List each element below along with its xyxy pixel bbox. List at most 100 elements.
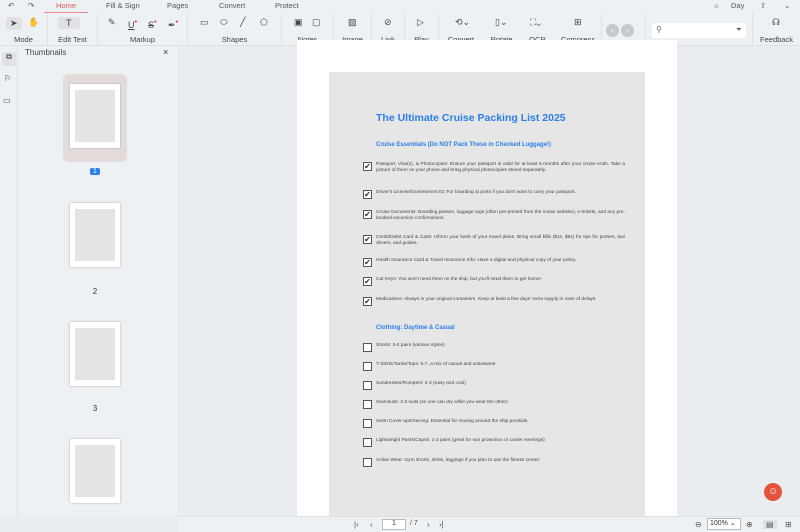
next-result-button[interactable]: › [621,24,634,37]
close-icon[interactable]: × [163,47,168,57]
checkbox[interactable] [363,458,372,467]
ellipse-icon[interactable]: ⬭ [220,17,228,28]
checkbox[interactable] [363,362,372,371]
thumbnail-page-2[interactable] [70,203,120,267]
sun-icon[interactable]: ☼ [713,1,720,10]
checkbox[interactable]: ✔ [363,190,372,199]
item-text: Driver's License/Government ID: For boar… [376,190,576,195]
document-title: The Ultimate Cruise Packing List 2025 [376,112,566,124]
rotate-icon: ▯⌄ [495,17,508,27]
item-text: Health Insurance Card & Travel Insurance… [376,258,577,263]
filter-icon[interactable]: ⏷ [736,25,742,35]
assistant-icon[interactable]: ☺ [764,483,782,501]
checklist-item: ✔ Car Keys: You won't need them on the sh… [363,277,625,286]
markup-group: ✎ U• S• ✒• Markup [98,13,188,46]
rectangle-icon[interactable]: ▭ [200,17,209,28]
zoom-in-icon[interactable]: ⊕ [746,520,753,529]
line-icon[interactable]: ╱ [240,17,245,28]
text-box-icon[interactable]: ▣ [294,17,303,28]
feedback-label: Feedback [760,35,793,44]
bookmark-icon[interactable]: ⚐ [4,74,11,83]
page-number-1: 1 [90,168,100,175]
comments-icon[interactable]: ▭ [3,96,11,105]
item-text: Swimsuits: 2-3 suits (so one can dry whi… [376,400,508,405]
theme-select[interactable]: Day [731,1,744,10]
strikethrough-icon[interactable]: S• [148,17,157,30]
first-page-icon[interactable]: |‹ [354,520,359,529]
checklist-item: ✔ Credit/Debit Card & Cash: Inform your b… [363,235,625,246]
item-text: Swim Cover-ups/Sarong: Essential for mov… [376,419,529,424]
item-text: Car Keys: You won't need them on the shi… [376,277,542,282]
checklist-item: Active Wear: Gym shorts, shirts, legging… [363,458,625,467]
checkbox[interactable] [363,438,372,447]
item-text: Shorts: 3-4 pairs (various styles) [376,343,445,348]
status-bar: |‹ ‹ 1 / 7 › ›| ⊖ 100% ⌄ ⊕ ▤ ⊞ [178,516,800,532]
checkbox[interactable] [363,343,372,352]
thumbnail-page-4[interactable] [70,439,120,503]
item-text: Credit/Debit Card & Cash: Inform your ba… [376,235,625,246]
redo-icon[interactable]: ↷ [28,1,34,10]
tab-pages[interactable]: Pages [167,1,188,10]
zoom-out-icon[interactable]: ⊖ [695,520,702,529]
pdf-page: The Ultimate Cruise Packing List 2025 Cr… [297,40,677,516]
prev-page-icon[interactable]: ‹ [370,520,373,529]
next-page-icon[interactable]: › [427,520,430,529]
polygon-icon[interactable]: ⬠ [260,17,268,28]
feedback-button[interactable]: ☊ Feedback [752,13,800,46]
undo-icon[interactable]: ↶ [8,1,14,10]
previous-result-button[interactable]: ‹ [606,24,619,37]
item-text: Passport, Visa(s), & Photocopies: Ensure… [376,162,625,173]
checkbox[interactable]: ✔ [363,277,372,286]
convert-icon: ⟲⌄ [455,17,471,27]
comment-icon[interactable]: ▢ [312,17,321,28]
section-heading: Clothing: Daytime & Casual [376,325,455,331]
tab-fill-sign[interactable]: Fill & Sign [106,1,140,10]
item-text: T-Shirts/Tanks/Tops: 5-7, a mix of casua… [376,362,496,367]
tab-protect[interactable]: Protect [275,1,299,10]
checkbox[interactable]: ✔ [363,210,372,219]
edit-text-label: Edit Text [58,35,87,44]
page-number-input[interactable]: 1 [382,519,406,530]
checklist-item: Swimsuits: 2-3 suits (so one can dry whi… [363,400,625,409]
zoom-select[interactable]: 100% ⌄ [707,518,741,530]
checkbox[interactable] [363,381,372,390]
two-page-view-icon[interactable]: ⊞ [785,520,792,529]
mode-label: Mode [14,35,33,44]
checkbox[interactable]: ✔ [363,235,372,244]
select-tool-icon[interactable]: ➤ [6,17,22,30]
single-page-view-icon[interactable]: ▤ [763,520,777,529]
checklist-item: ✔ Passport, Visa(s), & Photocopies: Ensur… [363,162,625,173]
share-icon[interactable]: ⇧ [760,1,766,10]
checkbox[interactable]: ✔ [363,297,372,306]
checklist-item: Swim Cover-ups/Sarong: Essential for mov… [363,419,625,428]
checklist-item: ✔ Driver's License/Government ID: For boa… [363,190,625,199]
item-text: Lightweight Pants/Capris: 1-2 pairs (gre… [376,438,545,443]
item-text: Sundresses/Rompers: 2-3 (easy and cool) [376,381,466,386]
left-icon-strip: ⧉ ⚐ ▭ [0,46,18,516]
thumbnails-icon[interactable]: ⧉ [2,52,16,66]
document-viewport: The Ultimate Cruise Packing List 2025 Cr… [178,40,800,516]
checkbox[interactable] [363,419,372,428]
underline-icon[interactable]: U• [128,17,137,30]
checkbox[interactable]: ✔ [363,162,372,171]
search-icon: ⚲ [656,25,662,34]
edit-text-button[interactable]: T Edit Text [48,13,98,46]
tab-convert[interactable]: Convert [219,1,245,10]
hand-tool-icon[interactable]: ✋ [28,17,39,28]
thumbnail-page-3[interactable] [70,322,120,386]
shapes-group: ▭ ⬭ ╱ ⬠ Shapes [188,13,282,46]
thumbnails-title: Thumbnails [25,48,67,57]
compress-icon: ⊞ [574,17,582,27]
checkbox[interactable]: ✔ [363,258,372,267]
thumbnails-panel: Thumbnails × 1 2 3 [18,46,178,516]
thumbnail-page-1[interactable] [70,84,120,148]
edit-text-icon: T [58,17,80,29]
checkbox[interactable] [363,400,372,409]
collapse-icon[interactable]: ⌄ [784,1,790,10]
search-input[interactable]: ⚲ ⏷ [652,23,746,38]
feedback-icon: ☊ [772,17,780,27]
pen-icon[interactable]: ✒• [168,17,178,31]
last-page-icon[interactable]: ›| [439,520,444,529]
section-heading: Cruise Essentials (Do NOT Pack These in … [376,142,552,148]
highlight-icon[interactable]: ✎ [108,17,116,28]
